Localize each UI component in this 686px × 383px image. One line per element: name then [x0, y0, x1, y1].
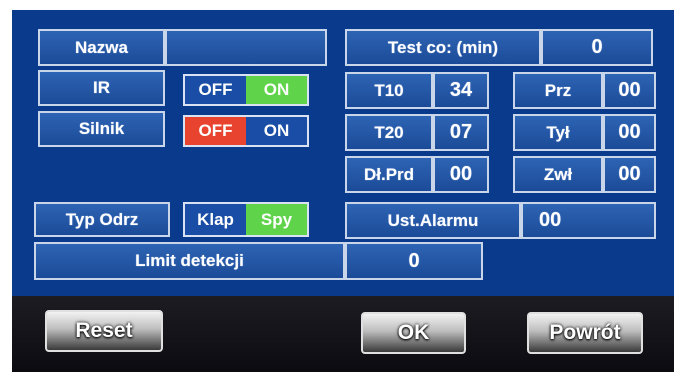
prz-label: Prz [513, 72, 603, 109]
test-interval-value[interactable]: 0 [541, 29, 653, 66]
typ-odrz-klap-option[interactable]: Klap [185, 204, 246, 235]
typ-odrz-label: Typ Odrz [34, 202, 170, 237]
device-bezel: Nazwa IR OFF ON Silnik OFF ON Typ Odrz K… [0, 0, 686, 383]
ust-alarmu-label: Ust.Alarmu [345, 202, 521, 239]
t10-value[interactable]: 34 [433, 72, 489, 109]
ir-label: IR [38, 70, 165, 106]
ir-toggle[interactable]: OFF ON [183, 74, 309, 106]
zwl-value[interactable]: 00 [603, 156, 656, 193]
silnik-toggle[interactable]: OFF ON [183, 115, 309, 147]
ir-off-option[interactable]: OFF [185, 76, 246, 104]
dlprd-value[interactable]: 00 [433, 156, 489, 193]
t20-label: T20 [345, 114, 433, 151]
nazwa-input[interactable] [165, 29, 327, 66]
tyl-value[interactable]: 00 [603, 114, 656, 151]
test-interval-label: Test co: (min) [345, 29, 541, 66]
reset-button[interactable]: Reset [45, 310, 163, 352]
dlprd-label: Dł.Prd [345, 156, 433, 193]
limit-detekcji-value[interactable]: 0 [345, 242, 483, 280]
tyl-label: Tył [513, 114, 603, 151]
back-button[interactable]: Powrót [527, 312, 643, 354]
typ-odrz-toggle[interactable]: Klap Spy [183, 202, 309, 237]
typ-odrz-spy-option[interactable]: Spy [246, 204, 307, 235]
t20-value[interactable]: 07 [433, 114, 489, 151]
silnik-off-option[interactable]: OFF [185, 117, 246, 145]
hmi-screen: Nazwa IR OFF ON Silnik OFF ON Typ Odrz K… [12, 10, 674, 372]
silnik-on-option[interactable]: ON [246, 117, 307, 145]
ok-button[interactable]: OK [361, 312, 466, 354]
prz-value[interactable]: 00 [603, 72, 656, 109]
zwl-label: Zwł [513, 156, 603, 193]
silnik-label: Silnik [38, 111, 165, 147]
ir-on-option[interactable]: ON [246, 76, 307, 104]
limit-detekcji-label: Limit detekcji [34, 242, 345, 280]
nazwa-label: Nazwa [38, 29, 165, 66]
ust-alarmu-value[interactable]: 00 [521, 202, 656, 239]
t10-label: T10 [345, 72, 433, 109]
